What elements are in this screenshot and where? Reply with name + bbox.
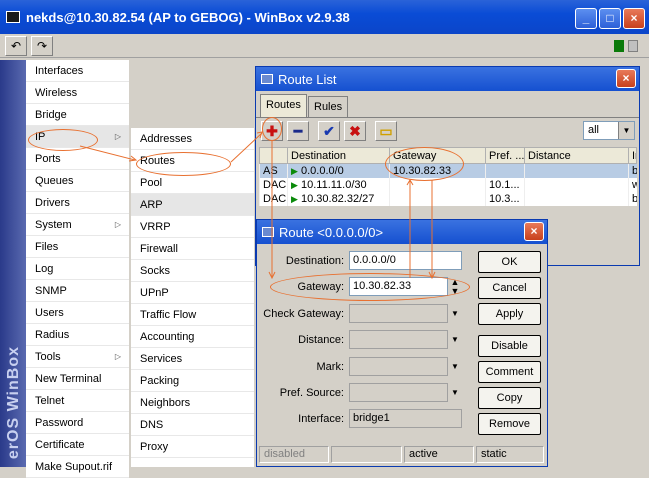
annotation-arrows: [79, 131, 436, 280]
